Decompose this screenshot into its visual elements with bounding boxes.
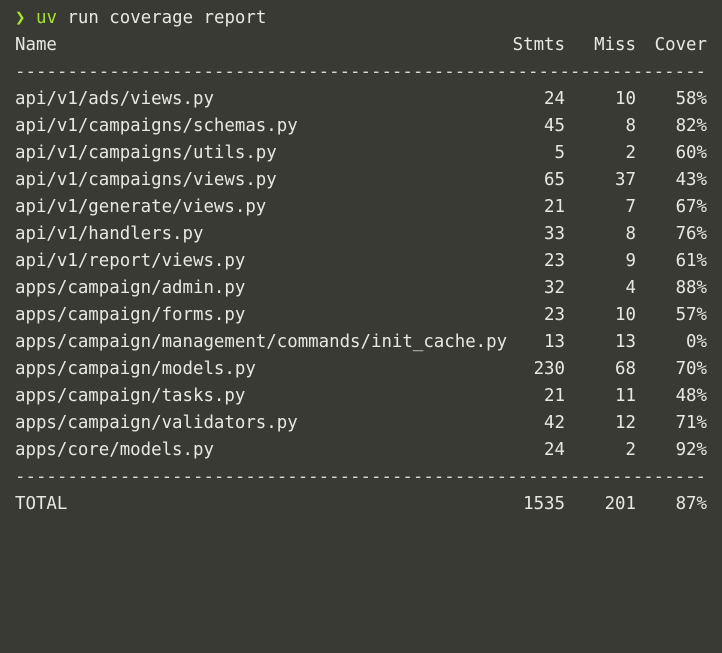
cover-value: 43%	[675, 170, 707, 190]
table-row: api/v1/ads/views.py 24 10 58%	[15, 86, 722, 113]
stmts-value: 5	[554, 143, 565, 163]
cover-value: 57%	[675, 305, 707, 325]
table-row: api/v1/generate/views.py 21 7 67%	[15, 194, 722, 221]
cover-value: 71%	[675, 413, 707, 433]
miss-value: 2	[625, 440, 636, 460]
miss-value: 8	[625, 116, 636, 136]
command-program: uv	[35, 8, 57, 28]
table-row: api/v1/campaigns/utils.py 5 2 60%	[15, 140, 722, 167]
header-name: Name	[15, 35, 57, 55]
file-name: api/v1/ads/views.py	[15, 89, 214, 109]
stmts-value: 13	[544, 332, 565, 352]
cover-value: 70%	[675, 359, 707, 379]
stmts-value: 230	[533, 359, 565, 379]
miss-value: 7	[625, 197, 636, 217]
cover-value: 0%	[686, 332, 707, 352]
header-cover: Cover	[654, 35, 707, 55]
table-row: apps/campaign/admin.py 32 4 88%	[15, 275, 722, 302]
miss-value: 12	[615, 413, 636, 433]
total-row: TOTAL 1535 201 87%	[15, 491, 722, 518]
total-label: TOTAL	[15, 494, 68, 514]
stmts-value: 32	[544, 278, 565, 298]
stmts-value: 42	[544, 413, 565, 433]
stmts-value: 33	[544, 224, 565, 244]
miss-value: 8	[625, 224, 636, 244]
file-name: apps/campaign/tasks.py	[15, 386, 246, 406]
cover-value: 48%	[675, 386, 707, 406]
header-stmts: Stmts	[512, 35, 565, 55]
coverage-table-body: api/v1/ads/views.py 24 10 58% api/v1/campaig…	[15, 86, 722, 464]
miss-value: 2	[625, 143, 636, 163]
terminal-window[interactable]: ❯ uv run coverage report Name Stmts Miss…	[0, 0, 722, 524]
table-row: apps/campaign/management/commands/init_c…	[15, 329, 722, 356]
stmts-value: 21	[544, 197, 565, 217]
command-line: ❯ uv run coverage report	[15, 5, 722, 32]
stmts-value: 21	[544, 386, 565, 406]
miss-value: 10	[615, 89, 636, 109]
cover-value: 88%	[675, 278, 707, 298]
total-miss: 201	[604, 494, 636, 514]
miss-value: 9	[625, 251, 636, 271]
stmts-value: 24	[544, 440, 565, 460]
table-row: api/v1/campaigns/views.py 65 37 43%	[15, 167, 722, 194]
table-row: api/v1/campaigns/schemas.py 45 8 82%	[15, 113, 722, 140]
table-row: apps/campaign/forms.py 23 10 57%	[15, 302, 722, 329]
total-stmts: 1535	[523, 494, 565, 514]
table-row: apps/core/models.py 24 2 92%	[15, 437, 722, 464]
stmts-value: 24	[544, 89, 565, 109]
header-miss: Miss	[594, 35, 636, 55]
file-name: api/v1/campaigns/utils.py	[15, 143, 277, 163]
table-row: apps/campaign/tasks.py 21 11 48%	[15, 383, 722, 410]
cover-value: 76%	[675, 224, 707, 244]
cover-value: 82%	[675, 116, 707, 136]
cover-value: 92%	[675, 440, 707, 460]
command-args: run coverage report	[67, 8, 267, 28]
cover-value: 58%	[675, 89, 707, 109]
miss-value: 68	[615, 359, 636, 379]
file-name: api/v1/handlers.py	[15, 224, 204, 244]
miss-value: 10	[615, 305, 636, 325]
file-name: apps/campaign/management/commands/init_c…	[15, 332, 508, 352]
divider-top: ----------------------------------------…	[15, 62, 707, 82]
miss-value: 13	[615, 332, 636, 352]
file-name: apps/campaign/validators.py	[15, 413, 298, 433]
file-name: apps/campaign/admin.py	[15, 278, 246, 298]
cover-value: 67%	[675, 197, 707, 217]
file-name: api/v1/campaigns/views.py	[15, 170, 277, 190]
table-row: api/v1/handlers.py 33 8 76%	[15, 221, 722, 248]
cover-value: 60%	[675, 143, 707, 163]
table-row: apps/campaign/validators.py 42 12 71%	[15, 410, 722, 437]
file-name: apps/core/models.py	[15, 440, 214, 460]
file-name: api/v1/campaigns/schemas.py	[15, 116, 298, 136]
miss-value: 4	[625, 278, 636, 298]
table-row: api/v1/report/views.py 23 9 61%	[15, 248, 722, 275]
miss-value: 11	[615, 386, 636, 406]
stmts-value: 65	[544, 170, 565, 190]
stmts-value: 23	[544, 251, 565, 271]
prompt-chevron-icon: ❯	[15, 8, 26, 28]
table-row: apps/campaign/models.py 230 68 70%	[15, 356, 722, 383]
divider-bottom: ----------------------------------------…	[15, 467, 707, 487]
file-name: api/v1/report/views.py	[15, 251, 246, 271]
stmts-value: 45	[544, 116, 565, 136]
cover-value: 61%	[675, 251, 707, 271]
file-name: apps/campaign/models.py	[15, 359, 256, 379]
stmts-value: 23	[544, 305, 565, 325]
file-name: api/v1/generate/views.py	[15, 197, 267, 217]
miss-value: 37	[615, 170, 636, 190]
table-header: Name Stmts Miss Cover	[15, 32, 722, 59]
total-cover: 87%	[675, 494, 707, 514]
file-name: apps/campaign/forms.py	[15, 305, 246, 325]
